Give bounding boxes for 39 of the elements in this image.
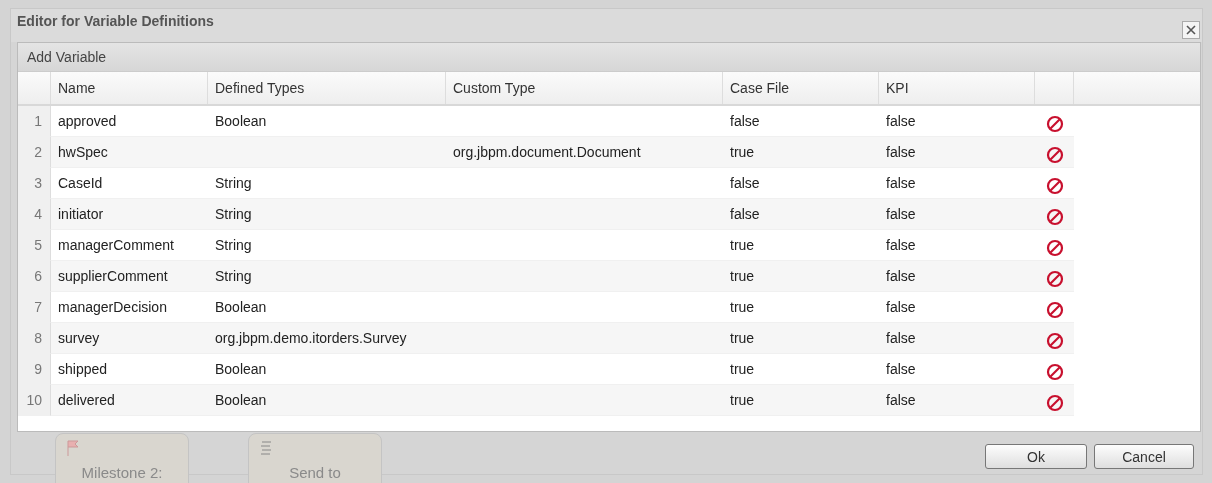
column-header[interactable]: Custom Type [446,72,723,104]
delete-icon[interactable] [1045,239,1064,257]
delete-icon[interactable] [1045,177,1064,195]
table-cell: delivered [51,385,208,416]
row-number: 8 [18,323,51,354]
cancel-button[interactable]: Cancel [1094,444,1194,469]
delete-icon[interactable] [1045,146,1064,164]
delete-icon[interactable] [1045,115,1064,133]
table-cell: Boolean [208,385,446,416]
row-number: 6 [18,261,51,292]
row-number: 1 [18,106,51,137]
row-number: 4 [18,199,51,230]
row-number: 10 [18,385,51,416]
row-number: 3 [18,168,51,199]
add-variable-button[interactable]: Add Variable [18,49,116,65]
script-icon [259,440,273,456]
delete-icon[interactable] [1045,208,1064,226]
column-header[interactable]: Defined Types [208,72,446,104]
row-number: 9 [18,354,51,385]
dialog-title: Editor for Variable Definitions [17,12,214,29]
ok-button[interactable]: Ok [985,444,1087,469]
row-number: 5 [18,230,51,261]
flag-icon [66,440,80,456]
table-cell: true [723,385,879,416]
delete-icon[interactable] [1045,363,1064,381]
column-header[interactable]: Name [51,72,208,104]
close-button[interactable] [1182,20,1200,39]
delete-icon[interactable] [1045,270,1064,288]
close-icon [1186,24,1196,35]
delete-icon[interactable] [1045,394,1064,412]
delete-icon[interactable] [1045,332,1064,350]
row-number: 7 [18,292,51,323]
row-number: 2 [18,137,51,168]
delete-icon[interactable] [1045,301,1064,319]
node-label: Milestone 2: [81,464,163,481]
column-header[interactable]: KPI [879,72,1035,104]
node-label: Send to [289,464,341,481]
table-cell: false [879,385,1035,416]
column-header[interactable]: Case File [723,72,879,104]
